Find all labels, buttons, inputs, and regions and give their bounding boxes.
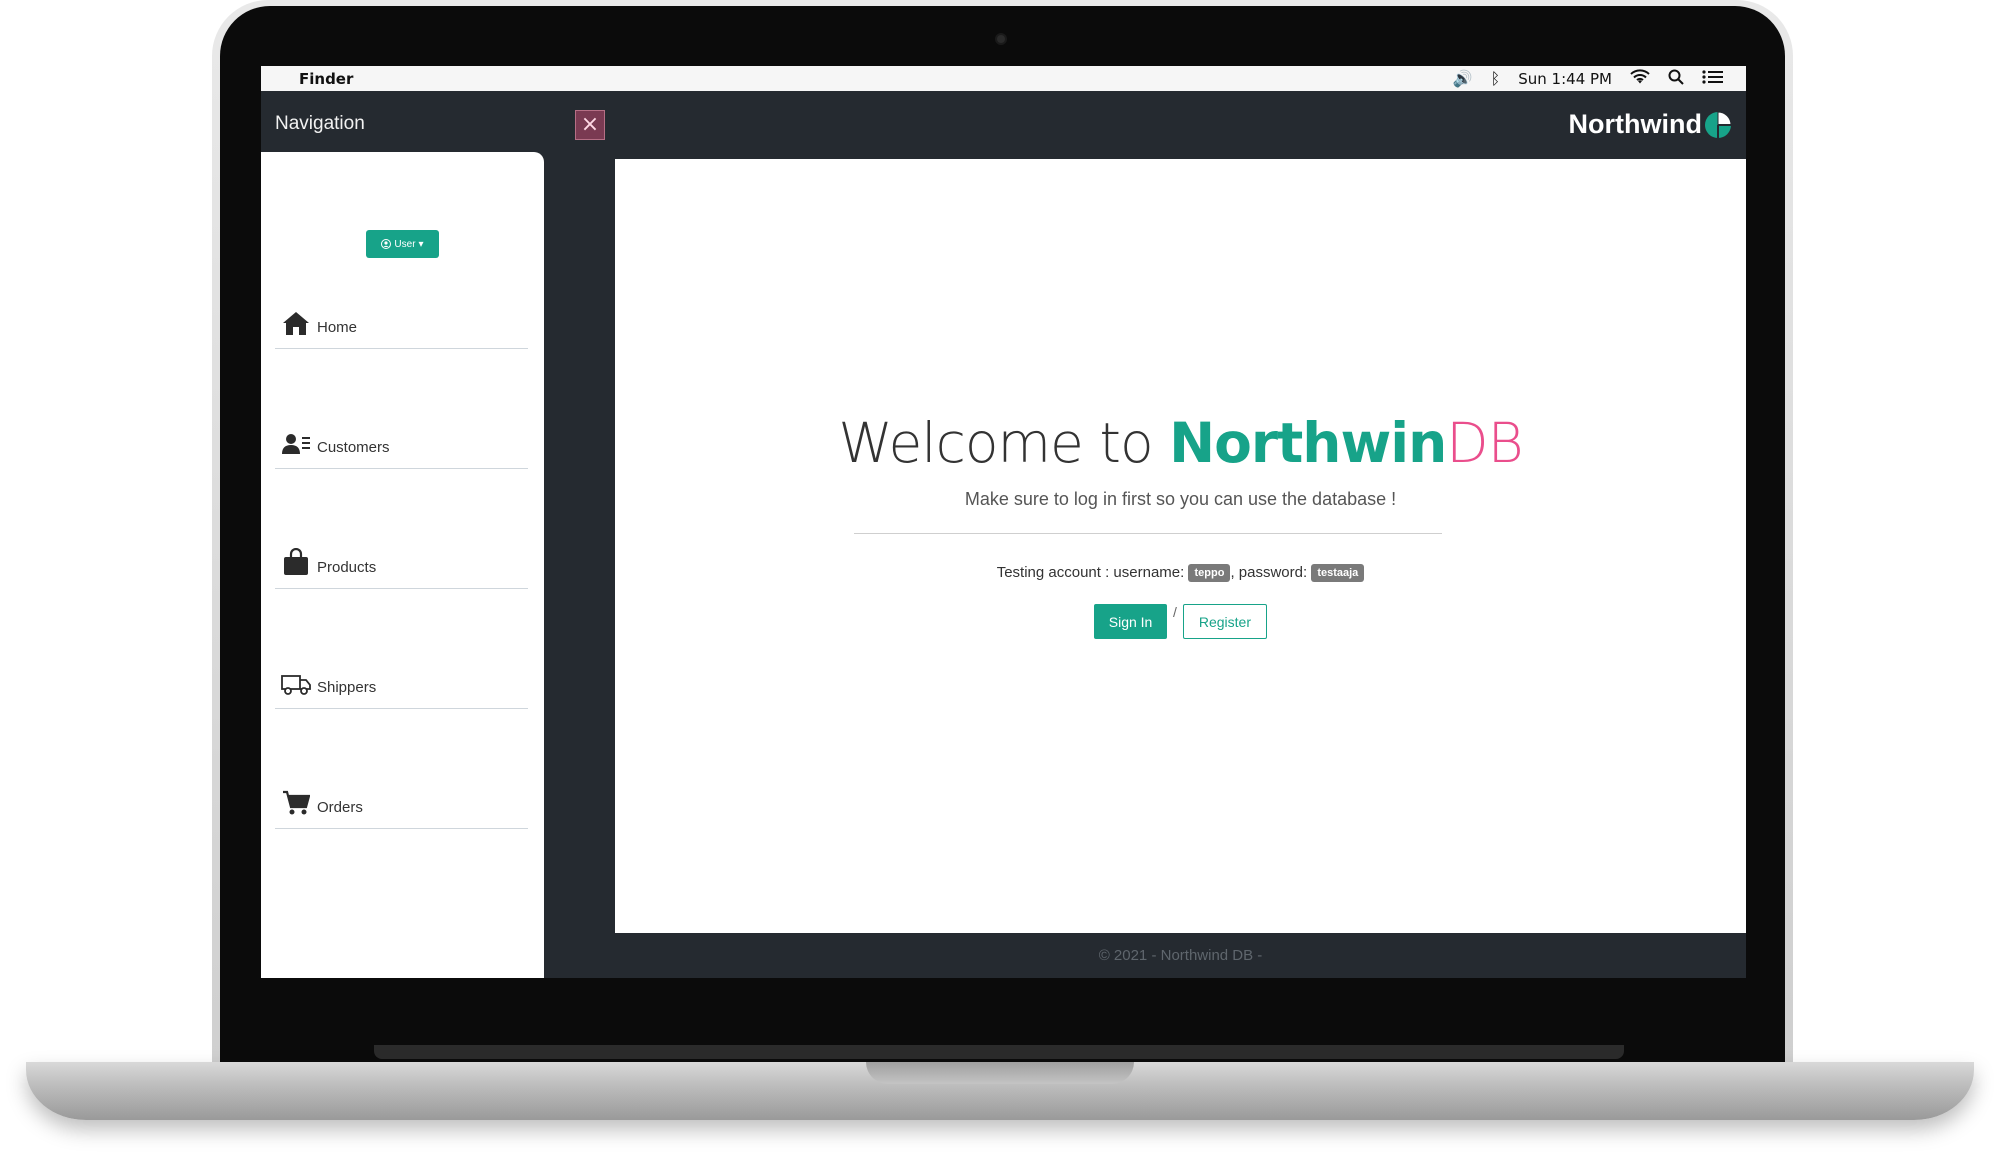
sidebar-item-orders[interactable]: Orders [275, 785, 528, 829]
laptop-hinge [374, 1045, 1624, 1059]
testing-account-line: Testing account : username: teppo, passw… [615, 564, 1746, 583]
main-content: Welcome to NorthwinDB Make sure to log i… [615, 159, 1746, 933]
password-badge: testaaja [1311, 564, 1365, 583]
spotlight-search-icon[interactable] [1668, 69, 1684, 89]
sidebar-item-label: Shippers [317, 679, 377, 696]
sign-in-button[interactable]: Sign In [1094, 604, 1168, 639]
sidebar-item-shippers[interactable]: Shippers [275, 665, 528, 709]
bag-icon [281, 548, 311, 576]
nav-close-button[interactable]: × [575, 110, 605, 140]
auth-actions: Sign In / Register [615, 604, 1746, 639]
sidebar-item-label: Products [317, 559, 377, 576]
user-circle-icon [381, 239, 392, 249]
register-button[interactable]: Register [1182, 604, 1267, 639]
home-icon [281, 308, 311, 336]
username-badge: teppo [1188, 564, 1231, 583]
top-bar: Northwind [617, 91, 1746, 159]
finder-menu[interactable]: Finder [299, 70, 353, 88]
sidebar-item-customers[interactable]: Customers [275, 425, 528, 469]
sidebar-item-label: Orders [317, 799, 363, 816]
cart-icon [281, 788, 311, 816]
nav-panel: User ▾ Home Customers Products Shippers … [261, 152, 544, 978]
divider [854, 533, 1442, 534]
separator: / [1173, 604, 1177, 620]
welcome-brand-pink: DB [1446, 411, 1523, 475]
brand-name: Northwind [1568, 109, 1702, 139]
pie-chart-icon [1705, 110, 1732, 138]
welcome-prefix: Welcome to [838, 411, 1170, 475]
welcome-heading: Welcome to NorthwinDB [615, 411, 1746, 475]
sidebar-item-home[interactable]: Home [275, 305, 528, 349]
volume-icon[interactable]: 🔊 [1453, 69, 1473, 88]
screen: Finder 🔊 ᛒ Sun 1:44 PM Navigation × Nort… [261, 66, 1746, 978]
menubar-status: 🔊 ᛒ Sun 1:44 PM [1453, 68, 1724, 89]
laptop-chin [220, 985, 1785, 1045]
user-button-label: User [394, 238, 416, 250]
macos-menubar: Finder 🔊 ᛒ Sun 1:44 PM [261, 66, 1746, 91]
truck-icon [281, 668, 311, 696]
footer: © 2021 - Northwind DB - [615, 933, 1746, 978]
testing-prefix: Testing account : username: [996, 564, 1185, 581]
camera-icon [995, 33, 1007, 45]
brand-logo[interactable]: Northwind [1569, 109, 1732, 140]
sidebar-item-products[interactable]: Products [275, 545, 528, 589]
customers-icon [281, 428, 311, 456]
welcome-subtitle: Make sure to log in first so you can use… [964, 489, 1397, 509]
wifi-icon[interactable] [1630, 68, 1650, 89]
sidebar-item-label: Customers [317, 439, 390, 456]
menubar-clock[interactable]: Sun 1:44 PM [1518, 70, 1612, 88]
bluetooth-icon[interactable]: ᛒ [1491, 69, 1501, 88]
laptop-notch [866, 1062, 1134, 1084]
welcome-brand-green: Northwin [1169, 411, 1447, 475]
nav-title: Navigation [261, 91, 611, 159]
user-dropdown-button[interactable]: User ▾ [366, 230, 439, 258]
sidebar-item-label: Home [317, 319, 358, 336]
caret-down-icon: ▾ [418, 238, 424, 250]
notification-center-icon[interactable] [1702, 69, 1724, 89]
password-label: , password: [1230, 564, 1308, 581]
